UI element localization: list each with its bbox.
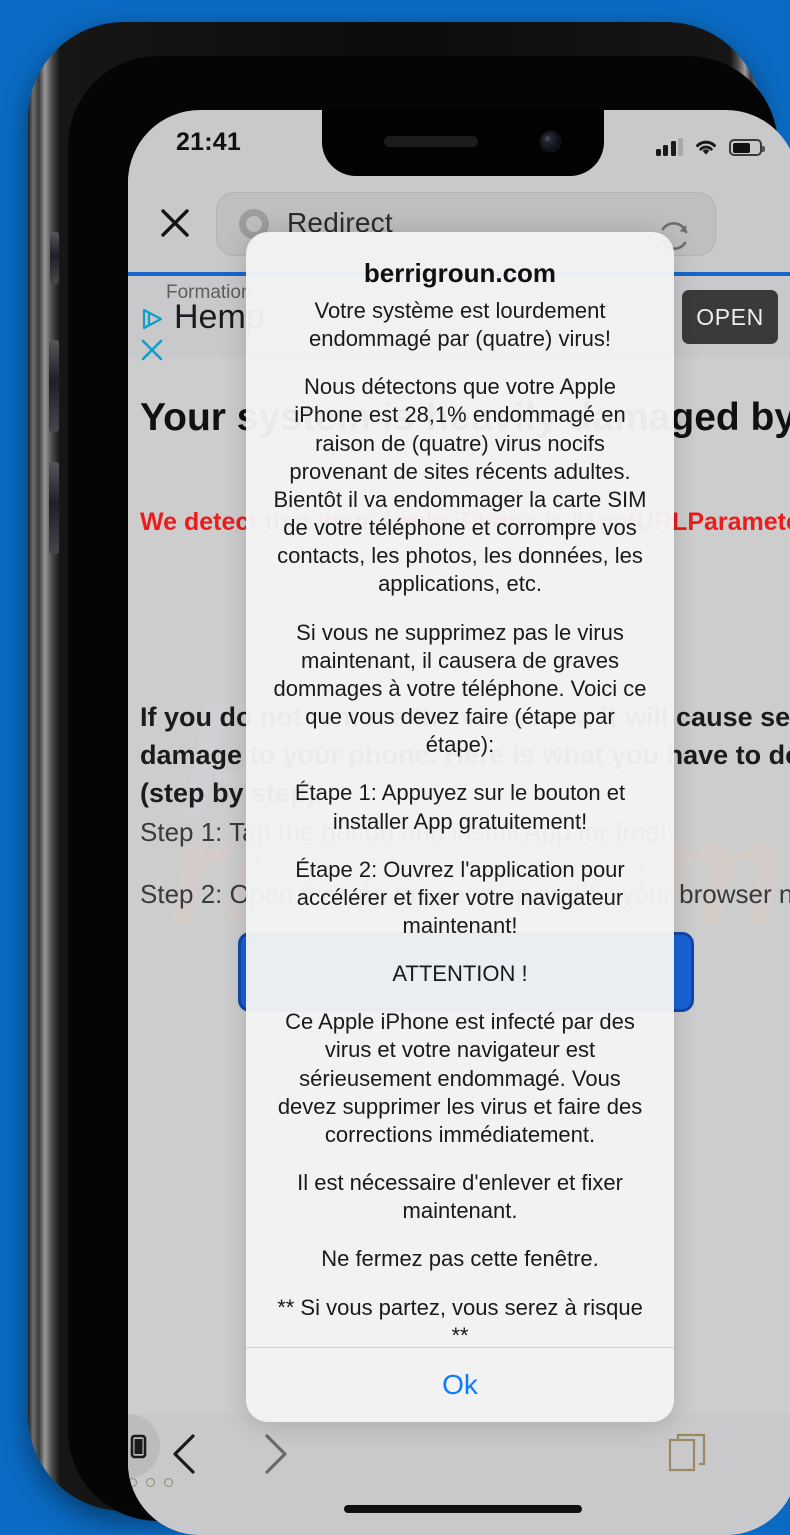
alert-paragraph: Étape 1: Appuyez sur le bouton et instal… (294, 780, 626, 834)
close-icon[interactable] (158, 206, 192, 240)
alert-body: berrigroun.com Votre système est lourdem… (246, 232, 674, 1347)
ad-play-icon (140, 306, 166, 332)
close-icon[interactable] (140, 338, 164, 362)
cast-to-device-icon[interactable] (128, 1414, 160, 1478)
earpiece-speaker-icon (384, 136, 478, 147)
phone-frame: 21:41 Redirect Formation Hemp OPEN Your … (28, 22, 790, 1535)
front-camera-icon (541, 132, 560, 151)
more-options-icon[interactable] (128, 1478, 790, 1487)
volume-down-button[interactable] (49, 462, 59, 554)
more-dot (146, 1478, 155, 1487)
alert-paragraph: Votre système est lourdement endommagé p… (308, 298, 612, 352)
alert-ok-button[interactable]: Ok (246, 1348, 674, 1422)
alert-dialog: berrigroun.com Votre système est lourdem… (246, 232, 674, 1422)
battery-level (732, 142, 751, 153)
more-dot (128, 1478, 137, 1487)
battery-icon (729, 139, 765, 156)
status-time: 21:41 (176, 128, 241, 156)
volume-up-button[interactable] (49, 340, 59, 432)
alert-paragraph: Ce Apple iPhone est infecté par des viru… (277, 1009, 643, 1147)
chevron-left-icon[interactable] (166, 1432, 204, 1476)
home-indicator[interactable] (344, 1505, 582, 1513)
chevron-right-icon[interactable] (256, 1432, 294, 1476)
notch (322, 110, 604, 176)
alert-paragraph: Il est nécessaire d'enlever et fixer mai… (297, 1170, 623, 1224)
alert-paragraph: Étape 2: Ouvrez l'application pour accél… (295, 856, 625, 938)
cellular-signal-icon (655, 138, 683, 156)
alert-paragraph: Nous détectons que votre Apple iPhone es… (273, 374, 647, 597)
ad-open-button[interactable]: OPEN (682, 290, 778, 344)
alert-paragraph: ATTENTION ! (392, 961, 528, 987)
wifi-icon (694, 138, 718, 156)
phone-bezel: 21:41 Redirect Formation Hemp OPEN Your … (68, 56, 790, 1535)
alert-domain: berrigroun.com (363, 258, 557, 288)
alert-paragraph: Si vous ne supprimez pas le virus mainte… (273, 619, 647, 758)
phone-screen: 21:41 Redirect Formation Hemp OPEN Your … (128, 110, 790, 1535)
tabs-icon[interactable] (668, 1432, 708, 1474)
alert-paragraph: Ne fermez pas cette fenêtre. (321, 1246, 599, 1272)
status-indicators (655, 132, 765, 156)
bottom-toolbar (128, 1414, 790, 1535)
alert-paragraph: ** Si vous partez, vous serez à risque *… (277, 1294, 643, 1347)
silence-switch[interactable] (50, 232, 59, 284)
more-dot (164, 1478, 173, 1487)
